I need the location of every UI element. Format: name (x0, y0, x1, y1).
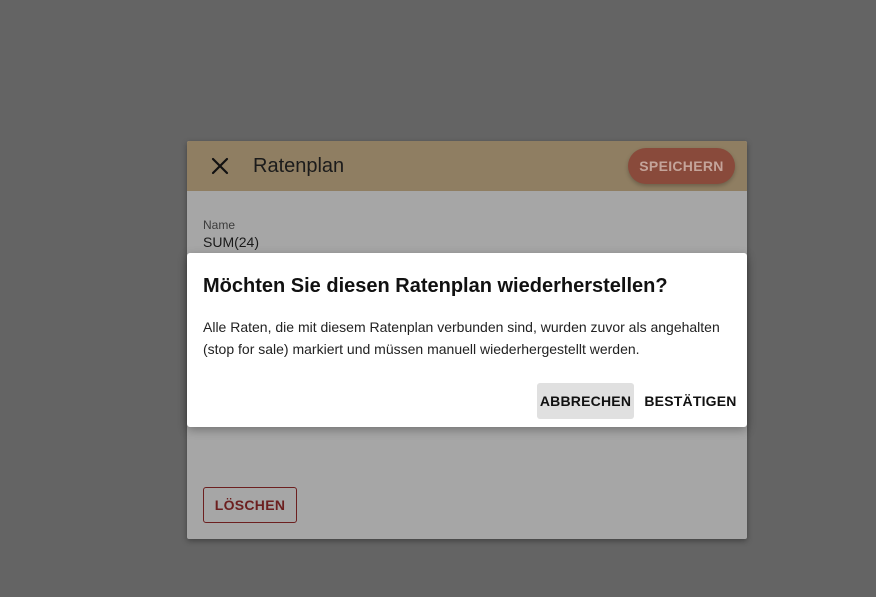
confirm-dialog-title: Möchten Sie diesen Ratenplan wiederherst… (203, 275, 668, 297)
close-button[interactable] (207, 153, 233, 179)
confirm-button[interactable]: BESTÄTIGEN (642, 383, 739, 419)
close-icon (211, 157, 229, 175)
save-button[interactable]: SPEICHERN (628, 148, 735, 184)
name-field-label: Name (203, 218, 236, 232)
dialog-header: Ratenplan SPEICHERN (187, 141, 747, 191)
restore-confirm-dialog: Möchten Sie diesen Ratenplan wiederherst… (187, 253, 747, 427)
name-field-value[interactable]: SUM(24) (203, 234, 259, 250)
cancel-button[interactable]: ABBRECHEN (537, 383, 634, 419)
delete-button[interactable]: LÖSCHEN (203, 487, 297, 523)
confirm-dialog-message: Alle Raten, die mit diesem Ratenplan ver… (203, 319, 720, 357)
dialog-title: Ratenplan (253, 155, 345, 177)
